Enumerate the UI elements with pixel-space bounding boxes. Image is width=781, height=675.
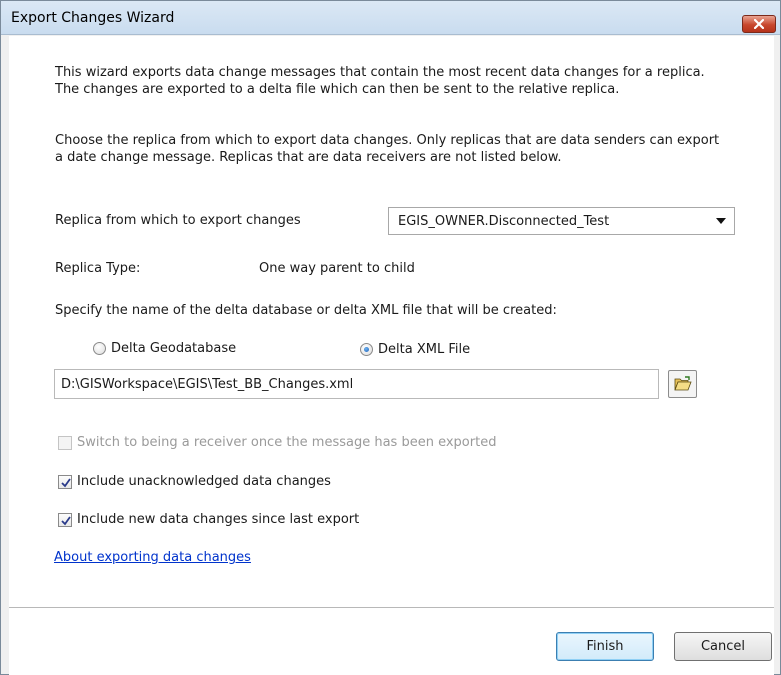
intro-line-2: The changes are exported to a delta file…	[55, 82, 620, 97]
include-unacknowledged-label: Include unacknowledged data changes	[77, 474, 331, 489]
radio-selected-dot	[364, 347, 369, 352]
wizard-window: Export Changes Wizard This wizard export…	[0, 0, 781, 675]
delta-path-field[interactable]	[54, 369, 659, 399]
title-bar[interactable]: Export Changes Wizard	[1, 1, 780, 35]
replica-type-label: Replica Type:	[55, 261, 141, 276]
checkmark-icon	[61, 515, 71, 525]
cancel-button[interactable]: Cancel	[674, 632, 772, 661]
open-folder-icon	[673, 376, 692, 391]
include-new-checkbox[interactable]	[58, 512, 72, 527]
delta-instruction: Specify the name of the delta database o…	[55, 303, 557, 318]
radio-button-selected[interactable]	[360, 343, 373, 356]
delta-path-input[interactable]	[61, 376, 658, 392]
radio-delta-xml[interactable]: Delta XML File	[360, 342, 470, 357]
close-icon	[754, 19, 764, 29]
replica-selected-value: EGIS_OWNER.Disconnected_Test	[398, 213, 610, 229]
radio-button-unselected[interactable]	[93, 342, 106, 355]
switch-receiver-option: Switch to being a receiver once the mess…	[58, 435, 496, 450]
close-button[interactable]	[742, 15, 776, 33]
switch-receiver-label: Switch to being a receiver once the mess…	[77, 435, 497, 450]
wizard-content: This wizard exports data change messages…	[9, 36, 774, 675]
choose-line-2: a date change message. Replicas that are…	[55, 150, 562, 165]
window-title: Export Changes Wizard	[11, 10, 175, 26]
finish-button[interactable]: Finish	[556, 632, 654, 661]
radio-label-geodatabase: Delta Geodatabase	[111, 341, 237, 356]
chevron-down-icon[interactable]	[716, 218, 726, 224]
include-unacknowledged-option[interactable]: Include unacknowledged data changes	[58, 474, 331, 489]
include-new-option[interactable]: Include new data changes since last expo…	[58, 512, 359, 527]
radio-delta-geodatabase[interactable]: Delta Geodatabase	[93, 341, 236, 356]
switch-receiver-checkbox	[58, 435, 72, 450]
replica-label: Replica from which to export changes	[55, 213, 301, 228]
footer-divider	[9, 607, 774, 608]
choose-line-1: Choose the replica from which to export …	[55, 133, 720, 148]
checkmark-icon	[61, 477, 71, 487]
radio-label-xml: Delta XML File	[378, 342, 471, 357]
include-unacknowledged-checkbox[interactable]	[58, 474, 72, 489]
replica-type-value: One way parent to child	[259, 261, 415, 276]
intro-line-1: This wizard exports data change messages…	[55, 65, 705, 80]
include-new-label: Include new data changes since last expo…	[77, 512, 360, 527]
browse-button[interactable]	[668, 370, 697, 398]
replica-dropdown[interactable]: EGIS_OWNER.Disconnected_Test	[388, 207, 735, 235]
about-exporting-link[interactable]: About exporting data changes	[54, 550, 251, 565]
